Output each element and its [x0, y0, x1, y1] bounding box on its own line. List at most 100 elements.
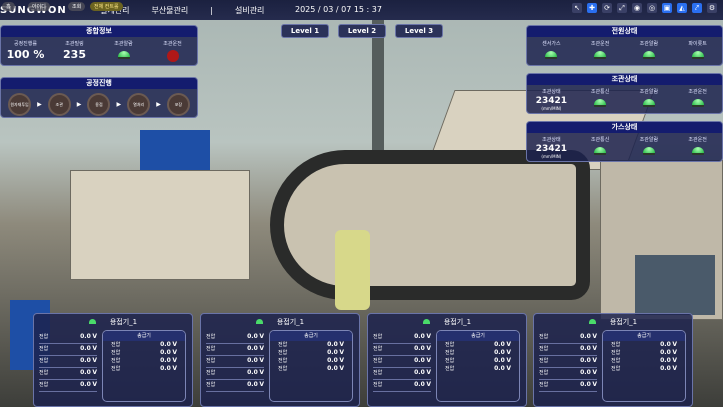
cursor-icon[interactable]: ↖	[572, 3, 582, 13]
row-unit: V	[426, 369, 431, 376]
row-value: 0.0	[494, 349, 505, 356]
green-lamp-icon	[642, 99, 655, 107]
row-unit: V	[672, 365, 677, 372]
row-value: 0.0	[414, 369, 425, 376]
row-value: 0.0	[327, 341, 338, 348]
expand-icon[interactable]: ⤢	[617, 3, 627, 13]
rotate-icon[interactable]: ⟳	[602, 3, 612, 13]
move-icon[interactable]: ✚	[587, 3, 597, 13]
feeder-row: 전압 0.0 V	[603, 341, 685, 349]
motor	[140, 130, 210, 170]
row-value: 0.0	[80, 369, 91, 376]
step-material[interactable]: 원자재투입	[8, 93, 32, 116]
pipe-speed: 23421	[535, 96, 568, 106]
progress-rate: 100 %	[6, 48, 45, 61]
row-value: 0.0	[660, 341, 671, 348]
welder-title: 용접기_1	[609, 318, 638, 326]
row-unit: V	[259, 369, 264, 376]
row-label: 전압	[445, 358, 455, 364]
row-label: 전압	[206, 382, 216, 388]
row-unit: V	[426, 345, 431, 352]
level-1-button[interactable]: Level 1	[281, 24, 329, 38]
green-lamp-icon	[594, 99, 607, 107]
row-value: 0.0	[660, 365, 671, 372]
camera-icon[interactable]: ◎	[647, 3, 657, 13]
layer-icon[interactable]: ▣	[662, 3, 672, 13]
row-label: 전압	[39, 358, 49, 364]
label: 공정진행률	[13, 41, 37, 47]
voltage-row: 전압 0.0 V	[373, 344, 431, 356]
voltage-row: 전압 0.0 V	[39, 332, 97, 344]
row-unit: V	[92, 381, 97, 388]
nav-byproduct[interactable]: 부산물관리	[151, 5, 188, 16]
mini-tab[interactable]: 홈	[2, 2, 15, 11]
row-label: 전압	[445, 366, 455, 372]
mini-tab[interactable]: 전체 컨트롤	[90, 2, 123, 11]
voltage-row: 전압 0.0 V	[539, 380, 597, 392]
chart-icon[interactable]: ◭	[677, 3, 687, 13]
label: 조관알람	[639, 89, 659, 95]
voltage-row: 전압 0.0 V	[373, 356, 431, 368]
row-label: 전압	[39, 334, 49, 340]
voltage-row: 전압 0.0 V	[39, 380, 97, 392]
green-lamp-icon	[642, 51, 655, 59]
row-unit: V	[172, 365, 177, 372]
row-value: 0.0	[327, 365, 338, 372]
label: 센서가스	[542, 41, 561, 47]
feeder-box: 송급기 전압 0.0 V 전압 0.0 V 전압 0.0 V 전압 0.0 V	[269, 330, 353, 402]
row-unit: V	[339, 357, 344, 364]
voltage-row: 전압 0.0 V	[206, 368, 264, 380]
row-unit: V	[92, 357, 97, 364]
row-label: 전압	[373, 358, 383, 364]
level-2-button[interactable]: Level 2	[338, 24, 386, 38]
feeder-box: 송급기 전압 0.0 V 전압 0.0 V 전압 0.0 V 전압 0.0 V	[602, 330, 686, 402]
row-label: 전압	[39, 346, 49, 352]
nav-equipment[interactable]: 설비관리	[235, 5, 264, 16]
feeder-title: 송급기	[437, 331, 519, 341]
motor	[635, 255, 715, 315]
link-icon[interactable]: ⤤	[692, 3, 702, 13]
row-unit: V	[172, 357, 177, 364]
gas-speed: 23421	[535, 144, 568, 154]
step-weld[interactable]: 용접	[87, 93, 111, 116]
feeder-row: 전압 0.0 V	[103, 341, 185, 349]
label: 조관상태	[542, 137, 561, 143]
welder-title: 용접기_1	[443, 318, 472, 326]
milling-count: 235	[63, 48, 86, 61]
row-value: 0.0	[247, 333, 258, 340]
row-value: 0.0	[660, 357, 671, 364]
arrow-icon: ▶	[76, 101, 82, 108]
feeder-row: 전압 0.0 V	[103, 365, 185, 373]
label: 조관운전	[688, 89, 707, 95]
row-label: 전압	[206, 334, 216, 340]
step-heat[interactable]: 열처리	[127, 93, 151, 116]
gear-icon[interactable]: ⚙	[707, 3, 717, 13]
step-pipe[interactable]: 조관	[47, 93, 71, 116]
row-value: 0.0	[80, 381, 91, 388]
mini-tab[interactable]: 아이디	[28, 2, 50, 11]
level-3-button[interactable]: Level 3	[395, 24, 443, 38]
row-unit: V	[426, 333, 431, 340]
row-value: 0.0	[414, 357, 425, 364]
row-value: 0.0	[414, 345, 425, 352]
mini-tab[interactable]: 조회	[68, 2, 86, 11]
voltage-row: 전압 0.0 V	[539, 332, 597, 344]
step-pack[interactable]: 포장	[166, 93, 190, 116]
row-value: 0.0	[327, 349, 338, 356]
rolling-machine	[70, 170, 250, 280]
row-label: 전압	[373, 334, 383, 340]
green-lamp-icon	[594, 51, 607, 59]
nav-separator: |	[210, 5, 213, 15]
row-value: 0.0	[247, 381, 258, 388]
feeder-row: 전압 0.0 V	[270, 349, 352, 357]
label: 조관상태	[542, 89, 561, 95]
row-value: 0.0	[414, 381, 425, 388]
row-label: 전압	[611, 358, 621, 364]
arrow-icon: ▶	[116, 101, 122, 108]
feeder-row: 전압 0.0 V	[437, 357, 519, 365]
green-lamp-icon	[88, 319, 96, 324]
row-unit: V	[506, 341, 511, 348]
label: 파이롯트	[688, 41, 707, 47]
arrow-icon: ▶	[37, 101, 42, 108]
globe-icon[interactable]: ◉	[632, 3, 642, 13]
